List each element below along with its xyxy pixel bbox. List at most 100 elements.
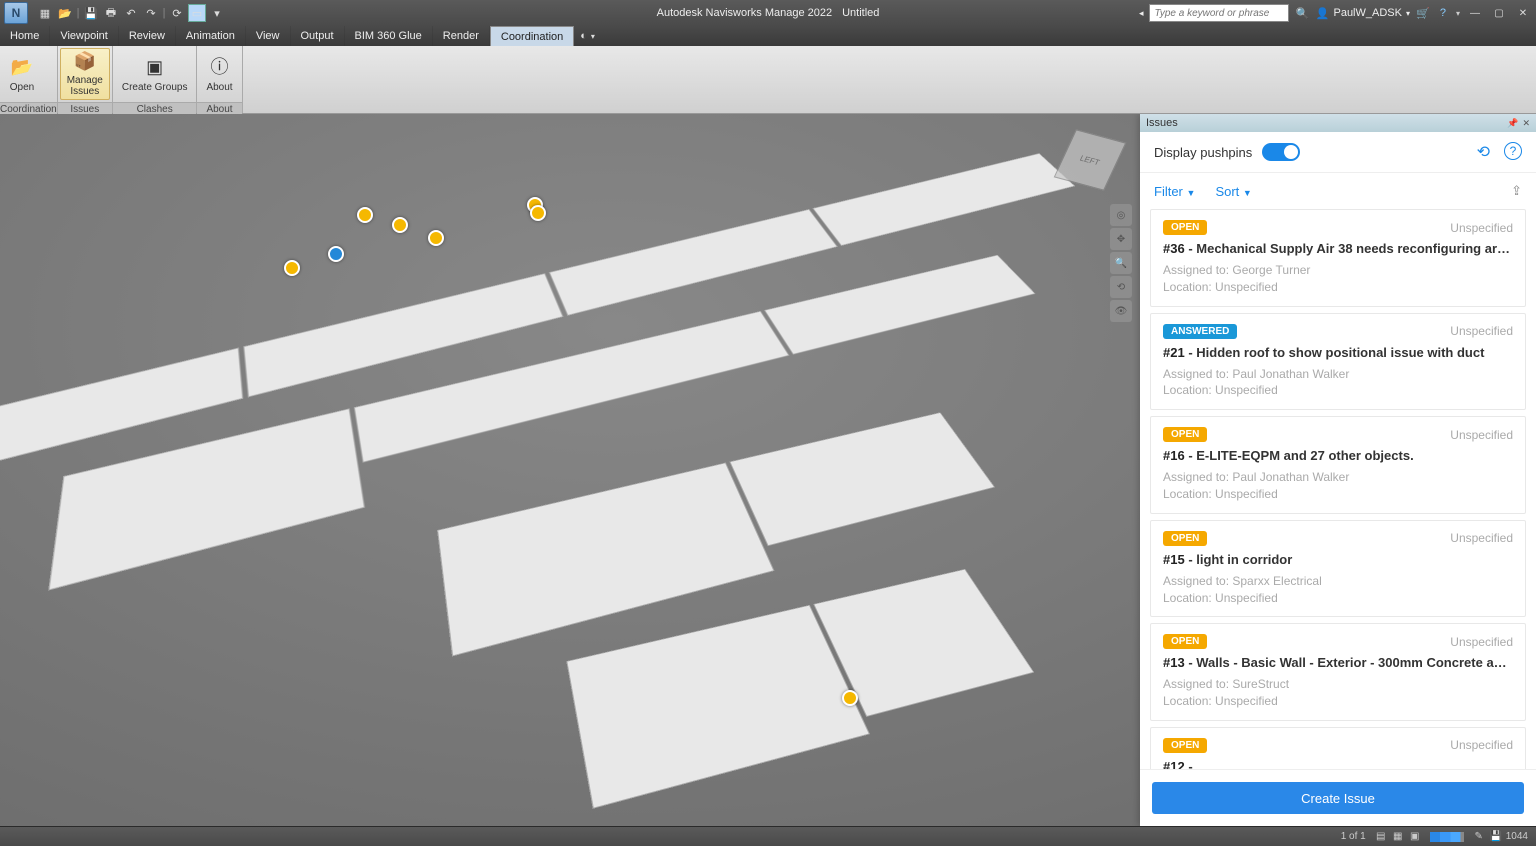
issue-category: Unspecified <box>1450 531 1513 545</box>
search-icon[interactable]: 🔍 <box>1295 6 1309 20</box>
minimize-button[interactable]: — <box>1466 5 1484 21</box>
issues-list[interactable]: OPEN Unspecified #36 - Mechanical Supply A… <box>1140 209 1536 769</box>
issue-assigned: Assigned to: Paul Jonathan Walker <box>1163 469 1513 486</box>
tab-home[interactable]: Home <box>0 26 50 46</box>
chevron-down-icon: ▼ <box>1187 188 1196 198</box>
tab-coordination[interactable]: Coordination <box>490 26 574 46</box>
create-issue-button[interactable]: Create Issue <box>1152 782 1524 814</box>
user-dropdown-icon[interactable]: ▾ <box>1406 9 1410 18</box>
ribbon-collapse-icon[interactable]: ▾ <box>591 32 595 41</box>
help-dropdown-icon[interactable]: ▾ <box>1456 9 1460 18</box>
status-badge: OPEN <box>1163 634 1207 649</box>
page-indicator: 1 of 1 <box>1341 831 1366 842</box>
steering-wheel-icon[interactable]: ◎ <box>1110 204 1132 226</box>
tab-review[interactable]: Review <box>119 26 176 46</box>
issues-panel-header[interactable]: Issues 📌 ✕ <box>1140 114 1536 132</box>
qat-redo-icon[interactable]: ↷ <box>142 4 160 22</box>
issue-location: Location: Unspecified <box>1163 590 1513 607</box>
issue-location: Location: Unspecified <box>1163 382 1513 399</box>
sheet-icon[interactable]: ▤ <box>1374 830 1388 844</box>
pushpin[interactable] <box>328 246 344 262</box>
search-indicator-icon: ◂ <box>1139 8 1144 19</box>
layout-icon[interactable]: ▣ <box>1408 830 1422 844</box>
quick-access-toolbar: ▦ 📂 | 💾 🖶 ↶ ↷ | ⟳ ▭ ▾ <box>36 4 226 22</box>
qat-undo-icon[interactable]: ↶ <box>122 4 140 22</box>
tab-viewpoint[interactable]: Viewpoint <box>50 26 119 46</box>
chevron-down-icon: ▼ <box>1243 188 1252 198</box>
issue-category: Unspecified <box>1450 428 1513 442</box>
manage-issues-button[interactable]: 📦 Manage Issues <box>60 48 110 100</box>
issue-card[interactable]: OPENUnspecified#16 - E-LITE-EQPM and 27 … <box>1150 416 1526 514</box>
close-button[interactable]: ✕ <box>1514 5 1532 21</box>
pencil-icon[interactable]: ✎ <box>1472 830 1486 844</box>
grid-icon[interactable]: ▦ <box>1391 830 1405 844</box>
filter-button[interactable]: Filter ▼ <box>1154 184 1195 199</box>
sort-button[interactable]: Sort ▼ <box>1215 184 1251 199</box>
panel-help-icon[interactable]: ? <box>1504 142 1522 160</box>
user-account[interactable]: 👤 PaulW_ADSK ▾ <box>1315 6 1410 20</box>
separator: | <box>162 4 166 22</box>
qat-open-icon[interactable]: 📂 <box>56 4 74 22</box>
pushpin[interactable] <box>284 260 300 276</box>
about-button[interactable]: ⓘ About <box>199 48 239 100</box>
issue-location: Location: Unspecified <box>1163 279 1513 296</box>
tab-animation[interactable]: Animation <box>176 26 246 46</box>
pushpin[interactable] <box>842 690 858 706</box>
qat-dropdown-icon[interactable]: ▾ <box>208 4 226 22</box>
disk-icon[interactable]: 💾 <box>1489 830 1503 844</box>
issue-assigned: Assigned to: Paul Jonathan Walker <box>1163 366 1513 383</box>
issue-card[interactable]: ANSWEREDUnspecified#21 - Hidden roof to … <box>1150 313 1526 411</box>
issue-card[interactable]: OPENUnspecified#12 - <box>1150 727 1526 769</box>
open-button[interactable]: 📂 Open <box>2 48 42 100</box>
display-pushpins-toggle[interactable] <box>1262 143 1300 161</box>
issues-panel-title: Issues <box>1146 117 1178 129</box>
qat-print-icon[interactable]: 🖶 <box>102 4 120 22</box>
pushpin[interactable] <box>357 207 373 223</box>
qat-new-icon[interactable]: ▦ <box>36 4 54 22</box>
ribbon-extra-icon[interactable]: ◐ <box>580 30 587 42</box>
app-logo[interactable]: N <box>4 2 28 24</box>
issue-title: #36 - Mechanical Supply Air 38 needs rec… <box>1163 241 1513 256</box>
pushpin[interactable] <box>530 205 546 221</box>
pushpin[interactable] <box>428 230 444 246</box>
tab-bim360glue[interactable]: BIM 360 Glue <box>345 26 433 46</box>
maximize-button[interactable]: ▢ <box>1490 5 1508 21</box>
zoom-icon[interactable]: 🔍 <box>1110 252 1132 274</box>
panel-pin-icon[interactable]: 📌 <box>1507 118 1518 129</box>
issue-location: Location: Unspecified <box>1163 693 1513 710</box>
issue-card[interactable]: OPENUnspecified#13 - Walls - Basic Wall … <box>1150 623 1526 721</box>
titlebar: N ▦ 📂 | 💾 🖶 ↶ ↷ | ⟳ ▭ ▾ Autodesk Naviswo… <box>0 0 1536 26</box>
panel-close-icon[interactable]: ✕ <box>1522 118 1530 129</box>
info-icon: ⓘ <box>208 56 232 80</box>
issue-assigned: Assigned to: SureStruct <box>1163 676 1513 693</box>
orbit-icon[interactable]: ⟲ <box>1110 276 1132 298</box>
issue-category: Unspecified <box>1450 738 1513 752</box>
issue-title: #12 - <box>1163 759 1513 769</box>
qat-save-icon[interactable]: 💾 <box>82 4 100 22</box>
issue-card[interactable]: OPENUnspecified#15 - light in corridorAs… <box>1150 520 1526 618</box>
issue-category: Unspecified <box>1450 324 1513 338</box>
qat-select-icon[interactable]: ▭ <box>188 4 206 22</box>
issue-card[interactable]: OPENUnspecified#36 - Mechanical Supply A… <box>1150 209 1526 307</box>
qat-refresh-icon[interactable]: ⟳ <box>168 4 186 22</box>
tab-view[interactable]: View <box>246 26 291 46</box>
create-groups-button[interactable]: ▣ Create Groups <box>115 48 195 100</box>
cart-icon[interactable]: 🛒 <box>1416 6 1430 20</box>
refresh-icon[interactable]: ⟲ <box>1477 142 1490 162</box>
look-icon[interactable]: 👁 <box>1110 300 1132 322</box>
share-icon[interactable]: ⇪ <box>1511 183 1522 199</box>
document-name: Untitled <box>842 7 879 19</box>
create-groups-label: Create Groups <box>122 82 188 93</box>
groups-icon: ▣ <box>143 56 167 80</box>
pushpin[interactable] <box>392 217 408 233</box>
tab-render[interactable]: Render <box>433 26 490 46</box>
navigation-bar: ◎ ✥ 🔍 ⟲ 👁 <box>1110 204 1132 322</box>
issue-category: Unspecified <box>1450 635 1513 649</box>
status-badge: ANSWERED <box>1163 324 1237 339</box>
help-icon[interactable]: ? <box>1436 6 1450 20</box>
pan-icon[interactable]: ✥ <box>1110 228 1132 250</box>
tab-output[interactable]: Output <box>291 26 345 46</box>
window-title: Autodesk Navisworks Manage 2022 Untitled <box>657 7 880 19</box>
issues-panel: Issues 📌 ✕ Display pushpins ⟲ ? Filter ▼… <box>1140 114 1536 826</box>
search-input[interactable] <box>1149 4 1289 22</box>
